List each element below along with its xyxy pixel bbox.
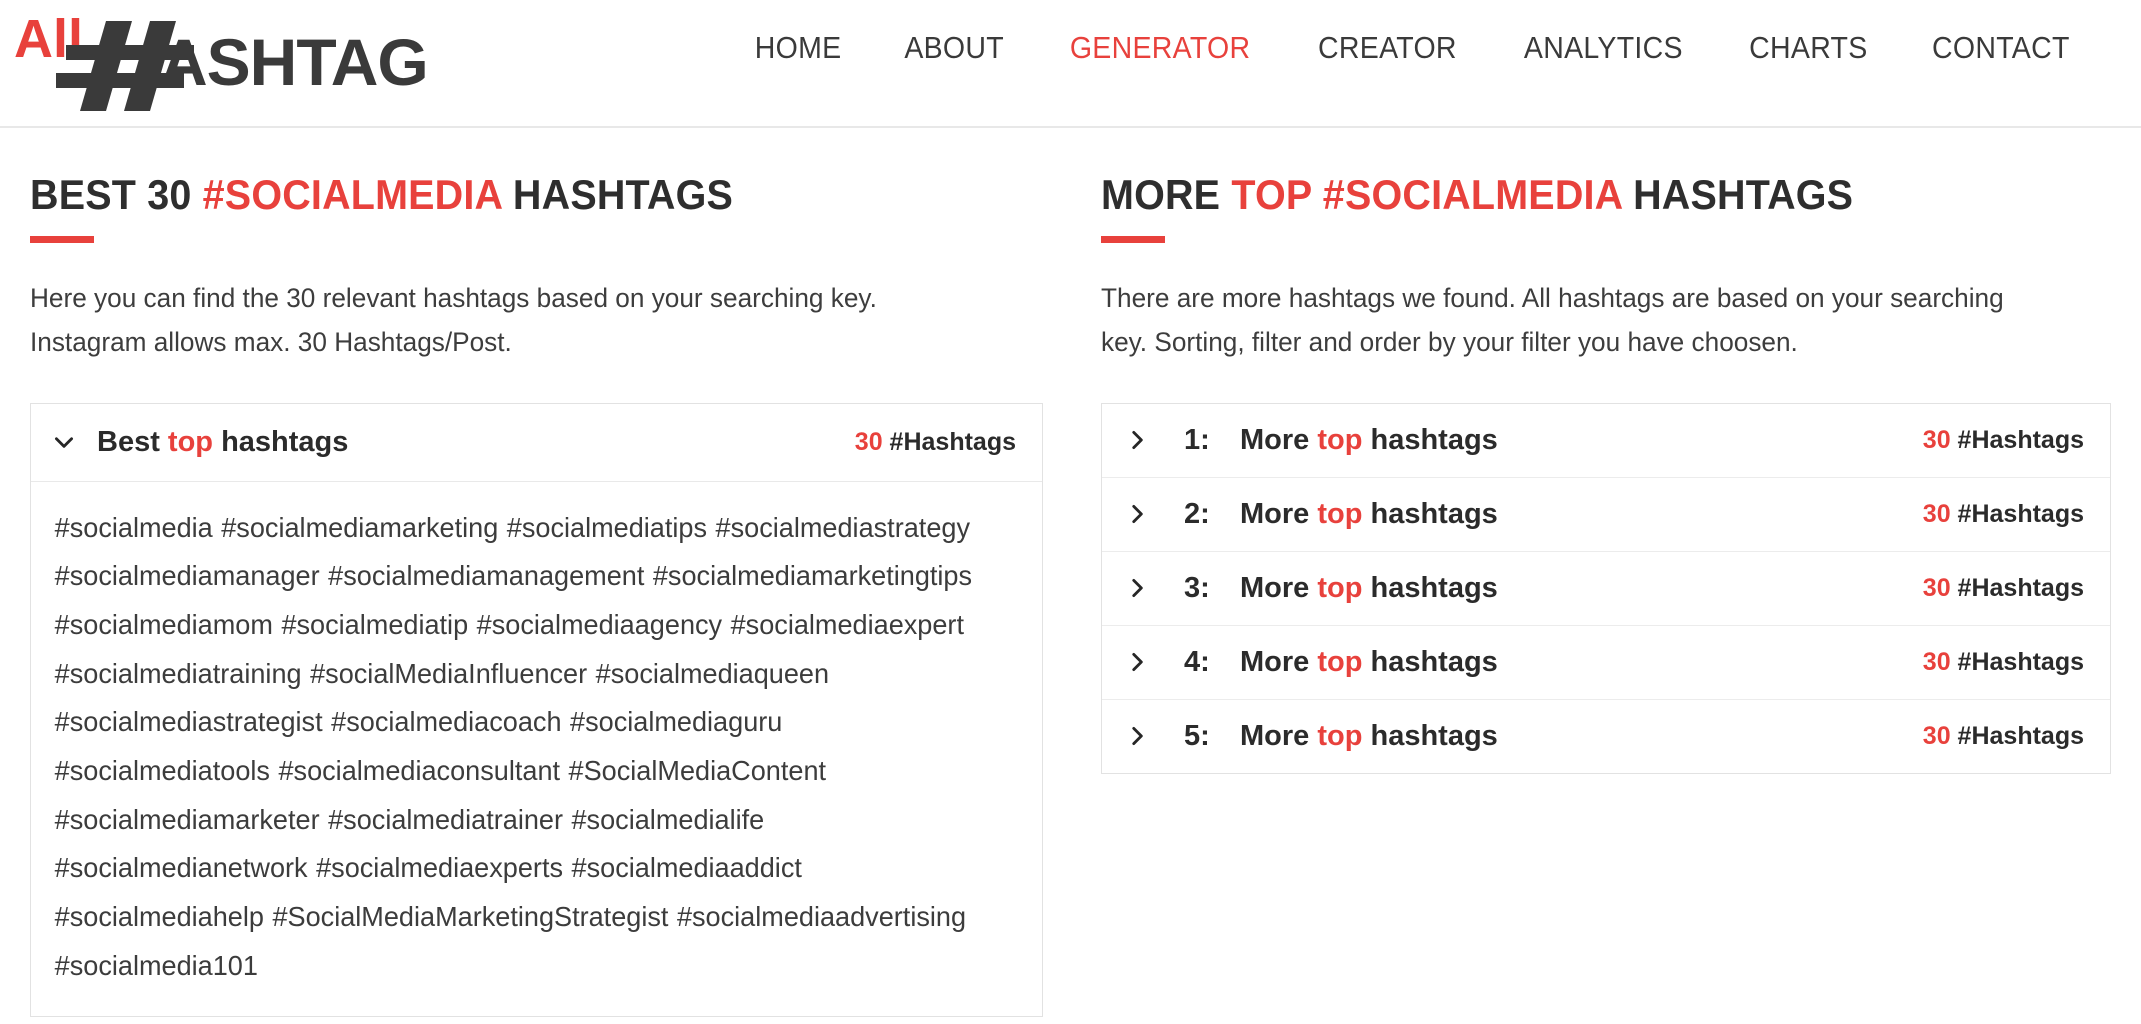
list-item-count-unit: #Hashtags [1950, 647, 2084, 676]
site-logo[interactable]: All ASHTAG [10, 5, 470, 115]
list-item[interactable]: 5: More top hashtags 30 #Hashtags [1102, 699, 2110, 773]
accordion-count-unit: #Hashtags [882, 427, 1016, 456]
accordion-title-prefix: Best [97, 425, 168, 458]
list-item-index: 2: [1184, 497, 1210, 530]
list-item-index: 4: [1184, 645, 1210, 678]
accordion-title-accent: top [167, 425, 214, 458]
list-item-label-accent: top [1317, 719, 1363, 752]
best-hashtags-title: BEST 30 #SOCIALMEDIA HASHTAGS [30, 171, 982, 218]
list-item-label-accent: top [1317, 645, 1363, 678]
site-header: All ASHTAG HOME ABOUT GENERATOR CREATOR … [0, 0, 2141, 128]
logo-artwork: All ASHTAG [14, 9, 429, 111]
list-item-label: More top hashtags [1240, 572, 1498, 605]
main-navigation: HOME ABOUT GENERATOR CREATOR ANALYTICS C… [724, 20, 2113, 76]
list-item-count-number: 30 [1922, 647, 1951, 676]
more-title-underline [1101, 236, 1165, 244]
list-item-label-suffix: hashtags [1362, 719, 1498, 752]
nav-item-home[interactable]: HOME [730, 20, 866, 76]
chevron-right-icon [1124, 723, 1150, 749]
list-item-label-accent: top [1317, 571, 1363, 604]
accordion-title-suffix: hashtags [213, 425, 349, 458]
list-item-label-accent: top [1317, 423, 1363, 456]
list-item-label-prefix: More [1240, 497, 1318, 530]
more-title-accent: TOP #SOCIALMEDIA [1231, 171, 1622, 218]
list-item-count-number: 30 [1922, 573, 1951, 602]
list-item-label-suffix: hashtags [1362, 571, 1498, 604]
list-item-label-suffix: hashtags [1362, 645, 1498, 678]
list-item-label: More top hashtags [1240, 424, 1498, 457]
list-item[interactable]: 2: More top hashtags 30 #Hashtags [1102, 477, 2110, 552]
page-content: BEST 30 #SOCIALMEDIA HASHTAGS Here you c… [0, 128, 2141, 1024]
best-title-underline [30, 236, 94, 244]
list-item-label-prefix: More [1240, 645, 1318, 678]
list-item-count-unit: #Hashtags [1950, 573, 2084, 602]
list-item[interactable]: 3: More top hashtags 30 #Hashtags [1102, 551, 2110, 626]
list-item-index: 5: [1184, 719, 1210, 752]
list-item-count-unit: #Hashtags [1950, 721, 2084, 750]
accordion-hashtag-count: 30 #Hashtags [855, 428, 1016, 457]
best-hashtags-description: Here you can find the 30 relevant hashta… [30, 283, 877, 357]
nav-item-generator[interactable]: GENERATOR [1045, 20, 1275, 76]
list-item-index: 1: [1184, 423, 1210, 456]
list-item-label-accent: top [1317, 497, 1363, 530]
list-item-label-prefix: More [1240, 571, 1318, 604]
list-item-label: More top hashtags [1240, 720, 1498, 753]
nav-item-creator[interactable]: CREATOR [1293, 20, 1481, 76]
accordion-count-number: 30 [854, 427, 883, 456]
list-item-count-number: 30 [1922, 499, 1951, 528]
list-item-label: More top hashtags [1240, 498, 1498, 531]
nav-item-contact[interactable]: CONTACT [1908, 20, 2095, 76]
nav-item-about[interactable]: ABOUT [879, 20, 1028, 76]
nav-item-analytics[interactable]: ANALYTICS [1499, 20, 1708, 76]
accordion-header-best-top[interactable]: Best top hashtags 30 #Hashtags [31, 403, 1042, 482]
list-item-label: More top hashtags [1240, 646, 1498, 679]
best-title-accent: #SOCIALMEDIA [202, 171, 502, 218]
more-title-suffix: HASHTAGS [1621, 171, 1854, 218]
list-item-count-unit: #Hashtags [1950, 499, 2084, 528]
nav-item-charts[interactable]: CHARTS [1724, 20, 1892, 76]
list-item-index: 3: [1184, 571, 1210, 604]
list-item-label-suffix: hashtags [1362, 497, 1498, 530]
chevron-right-icon [1124, 649, 1150, 675]
list-item-count: 30 #Hashtags [1923, 648, 2084, 677]
best-hashtags-accordion: Best top hashtags 30 #Hashtags #socialme… [30, 402, 1043, 1018]
list-item-count-unit: #Hashtags [1950, 425, 2084, 454]
list-item-count: 30 #Hashtags [1923, 722, 2084, 751]
accordion-title: Best top hashtags [97, 426, 348, 459]
list-item[interactable]: 4: More top hashtags 30 #Hashtags [1102, 625, 2110, 700]
list-item[interactable]: 1: More top hashtags 30 #Hashtags [1102, 403, 2110, 478]
more-hashtags-title: MORE TOP #SOCIALMEDIA HASHTAGS [1101, 171, 2050, 218]
list-item-label-suffix: hashtags [1362, 423, 1498, 456]
hashtag-result-text[interactable]: #socialmedia #socialmediamarketing #soci… [31, 482, 1027, 1017]
list-item-count: 30 #Hashtags [1923, 426, 2084, 455]
best-title-prefix: BEST 30 [30, 171, 203, 218]
list-item-label-prefix: More [1240, 719, 1318, 752]
more-hashtags-list: 1: More top hashtags 30 #Hashtags 2: Mor… [1101, 402, 2111, 774]
list-item-count: 30 #Hashtags [1923, 500, 2084, 529]
chevron-right-icon [1124, 427, 1150, 453]
more-hashtags-section: MORE TOP #SOCIALMEDIA HASHTAGS There are… [1101, 171, 2111, 1024]
logo-ashtag-text: ASHTAG [160, 25, 428, 99]
chevron-right-icon [1124, 501, 1150, 527]
best-hashtags-section: BEST 30 #SOCIALMEDIA HASHTAGS Here you c… [30, 171, 1043, 1024]
chevron-down-icon [51, 429, 77, 455]
more-hashtags-description: There are more hashtags we found. All ha… [1101, 283, 2004, 357]
chevron-right-icon [1124, 575, 1150, 601]
list-item-count-number: 30 [1922, 425, 1951, 454]
list-item-count-number: 30 [1922, 721, 1951, 750]
list-item-label-prefix: More [1240, 423, 1318, 456]
list-item-count: 30 #Hashtags [1923, 574, 2084, 603]
best-title-suffix: HASHTAGS [501, 171, 734, 218]
more-title-prefix: MORE [1101, 171, 1232, 218]
